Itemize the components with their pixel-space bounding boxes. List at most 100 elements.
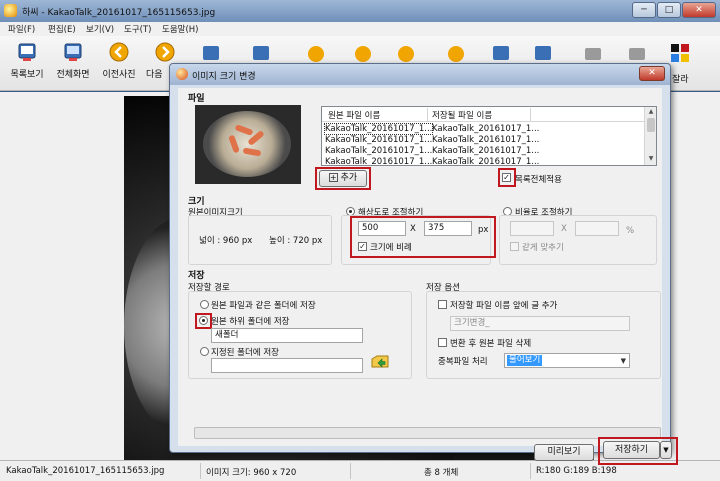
dialog-close-button[interactable]: ✕	[639, 66, 665, 81]
dialog-app-icon	[176, 68, 188, 80]
prefix-input[interactable]: 크기변경_	[450, 316, 630, 331]
table-row[interactable]: KakaoTalk_20161017_1... KakaoTalk_201610…	[322, 146, 644, 157]
proportional-checkbox[interactable]: ✓	[358, 242, 367, 251]
menu-file[interactable]: 파일(F)	[8, 23, 35, 35]
percent-unit: %	[626, 226, 635, 236]
menu-tools[interactable]: 도구(T)	[124, 23, 151, 35]
saved-name-cell: KakaoTalk_20161017_1...	[432, 146, 540, 156]
folder-browse-icon[interactable]	[370, 351, 390, 371]
specified-folder-input[interactable]	[211, 358, 363, 373]
column-separator	[427, 108, 428, 121]
same-folder-radio[interactable]	[200, 300, 209, 309]
height-input[interactable]: 375	[424, 221, 472, 236]
tool-icon[interactable]	[200, 43, 222, 65]
file-list-scrollbar[interactable]: ▲ ▼	[644, 107, 656, 165]
minimize-button[interactable]: ─	[632, 2, 656, 18]
save-dropdown-button[interactable]: ▼	[660, 441, 672, 459]
delete-original-checkbox[interactable]	[438, 338, 447, 347]
col-saved-name[interactable]: 저장될 파일 이름	[432, 109, 492, 121]
equal-fit-checkbox[interactable]	[510, 242, 519, 251]
crop-label: 잘라	[672, 75, 689, 85]
maximize-button[interactable]: □	[657, 2, 681, 18]
original-height: 높이 : 720 px	[269, 236, 323, 246]
file-list-header: 원본 파일 이름 저장될 파일 이름	[322, 107, 644, 122]
sub-folder-radio[interactable]	[199, 316, 208, 325]
status-separator	[530, 463, 531, 479]
width-input[interactable]: 500	[358, 221, 406, 236]
same-folder-label: 원본 파일과 같은 폴더에 저장	[211, 301, 316, 311]
table-row[interactable]: KakaoTalk_20161017_1... KakaoTalk_201610…	[322, 157, 644, 165]
status-total: 총 8 개체	[424, 468, 459, 478]
tool-icon[interactable]	[352, 43, 374, 65]
dialog-title-bar: 이미지 크기 변경	[170, 64, 670, 85]
menu-edit[interactable]: 편집(E)	[48, 23, 76, 35]
full-screen-icon	[64, 43, 82, 61]
equal-fit-label: 같게 맞추기	[522, 243, 564, 253]
table-row[interactable]: KakaoTalk_20161017_1... KakaoTalk_201610…	[322, 135, 644, 146]
saved-name-cell: KakaoTalk_20161017_1...	[432, 124, 540, 134]
original-size-panel: 넓이 : 960 px 높이 : 720 px	[188, 215, 332, 265]
status-image-size: 이미지 크기: 960 x 720	[206, 468, 297, 478]
saved-name-cell: KakaoTalk_20161017_1...	[432, 157, 540, 165]
prev-photo-label: 이전사진	[102, 70, 136, 80]
scroll-thumb[interactable]	[647, 118, 655, 132]
tool-icon[interactable]	[395, 43, 417, 65]
proportional-label: 크기에 비례	[370, 243, 412, 253]
save-button[interactable]: 저장하기	[603, 441, 660, 459]
tool-icon[interactable]	[250, 43, 272, 65]
tool-icon[interactable]	[532, 43, 554, 65]
apply-all-label: 목록전체적용	[515, 175, 562, 185]
table-row[interactable]: KakaoTalk_20161017_1... KakaoTalk_201610…	[322, 123, 644, 135]
preview-button[interactable]: 미리보기	[534, 444, 594, 461]
ratio-height-input[interactable]	[575, 221, 619, 236]
arrow-left-icon	[109, 42, 129, 62]
app-icon	[4, 4, 17, 17]
add-prefix-label: 저장할 파일 이름 앞에 글 추가	[450, 301, 558, 311]
dialog-body: 파일 원본 파일 이름 저장될 파일 이름 KakaoTalk_20161017…	[178, 88, 678, 465]
col-original-name[interactable]: 원본 파일 이름	[328, 109, 380, 121]
list-view-icon	[18, 43, 36, 61]
menu-help[interactable]: 도움말(H)	[162, 23, 198, 35]
scroll-down-icon[interactable]: ▼	[646, 154, 656, 164]
full-screen-label: 전체화면	[56, 70, 90, 80]
scroll-up-icon[interactable]: ▲	[646, 107, 656, 117]
sub-folder-label: 원본 하위 폴더에 저장	[211, 317, 290, 327]
tool-icon[interactable]	[582, 43, 604, 65]
px-unit: px	[478, 225, 489, 235]
tool-icon[interactable]	[490, 43, 512, 65]
arrow-right-icon	[155, 42, 175, 62]
app-title: 하씨 - KakaoTalk_20161017_165115653.jpg	[22, 8, 216, 18]
resize-dialog: 이미지 크기 변경 ✕ 파일 원본 파일 이름 저장될 파일 이름 KakaoT…	[169, 63, 678, 465]
list-view-button[interactable]: 목록보기	[4, 41, 50, 87]
original-name-cell: KakaoTalk_20161017_1...	[325, 135, 433, 145]
add-button-label: 추가	[340, 173, 358, 183]
add-prefix-checkbox[interactable]	[438, 300, 447, 309]
menu-bar: 파일(F) 편집(E) 보기(V) 도구(T) 도움말(H)	[0, 22, 720, 36]
duplicate-selected-value: 물어보기	[507, 355, 543, 366]
apply-all-checkbox[interactable]: ✓	[502, 173, 511, 182]
thumbnail-pan	[203, 111, 291, 177]
duplicate-select[interactable]: 물어보기 ▼	[504, 353, 630, 368]
full-screen-button[interactable]: 전체화면	[50, 41, 96, 87]
tool-icon[interactable]	[445, 43, 467, 65]
original-name-cell: KakaoTalk_20161017_1...	[325, 157, 433, 165]
duplicate-label: 중복파일 처리	[438, 357, 488, 367]
sub-folder-input[interactable]: 새폴더	[211, 328, 363, 343]
prev-photo-button[interactable]: 이전사진	[96, 41, 142, 87]
app-title-bar: 하씨 - KakaoTalk_20161017_165115653.jpg ─ …	[0, 0, 720, 22]
menu-view[interactable]: 보기(V)	[86, 23, 114, 35]
add-button[interactable]: + 추가	[319, 170, 367, 187]
specified-folder-radio[interactable]	[200, 347, 209, 356]
image-thumbnail	[195, 105, 301, 184]
ratio-width-input[interactable]	[510, 221, 554, 236]
palette-icon[interactable]	[670, 43, 690, 63]
column-separator	[530, 108, 531, 121]
file-list[interactable]: 원본 파일 이름 저장될 파일 이름 KakaoTalk_20161017_1.…	[321, 106, 657, 166]
tool-icon[interactable]	[626, 43, 648, 65]
dialog-title: 이미지 크기 변경	[192, 72, 256, 82]
original-name-cell: KakaoTalk_20161017_1...	[325, 146, 433, 156]
status-filename: KakaoTalk_20161017_165115653.jpg	[6, 466, 165, 476]
tool-icon[interactable]	[305, 43, 327, 65]
original-name-cell: KakaoTalk_20161017_1...	[323, 123, 434, 135]
close-button[interactable]: ✕	[682, 2, 716, 18]
